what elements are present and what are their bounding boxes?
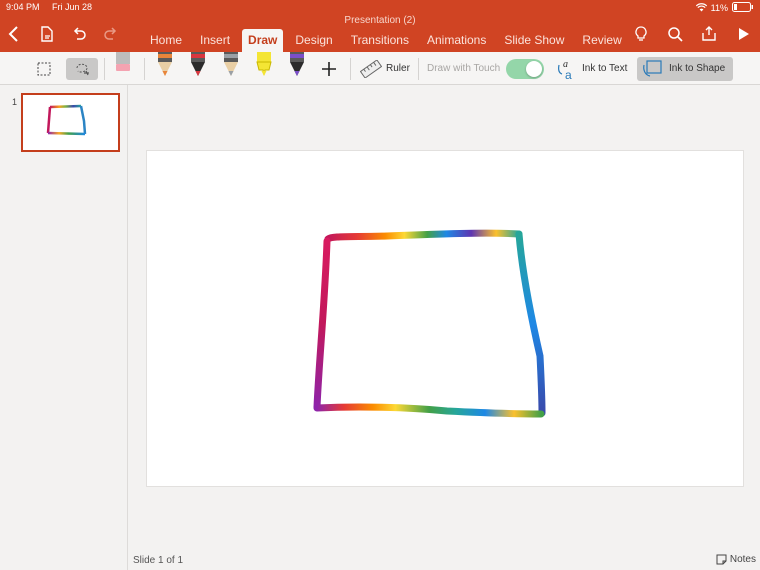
rainbow-square-ink-drawing[interactable] xyxy=(147,151,745,488)
lasso-icon xyxy=(76,63,89,75)
play-slideshow-icon[interactable] xyxy=(734,24,752,44)
pencil-gray-icon xyxy=(224,52,238,76)
ruler-icon xyxy=(360,59,382,78)
draw-with-touch-toggle[interactable] xyxy=(506,58,545,79)
tab-animations[interactable]: Animations xyxy=(421,33,492,52)
ink-to-text-button[interactable]: aa Ink to Text xyxy=(556,52,627,85)
slide-canvas-area xyxy=(129,85,760,550)
draw-with-touch-label: Draw with Touch xyxy=(427,63,501,74)
draw-ribbon: Ruler Draw with Touch aa Ink to Text Ink… xyxy=(0,52,760,85)
battery-icon xyxy=(732,2,754,14)
select-objects-button[interactable] xyxy=(30,58,58,80)
slide-thumbnails-pane: 1 xyxy=(0,85,128,570)
ink-to-shape-label: Ink to Shape xyxy=(669,63,726,74)
battery-percent: 11% xyxy=(710,3,728,13)
redo-icon[interactable] xyxy=(102,24,120,44)
rectangle-select-icon xyxy=(37,62,51,75)
thumbnail-number: 1 xyxy=(12,97,18,107)
plus-icon xyxy=(322,61,336,76)
wifi-icon xyxy=(695,2,707,14)
tab-review[interactable]: Review xyxy=(576,33,627,52)
slide-count: Slide 1 of 1 xyxy=(133,555,184,566)
back-chevron-icon[interactable] xyxy=(6,24,24,44)
status-time: 9:04 PM xyxy=(6,2,40,12)
notes-button[interactable]: Notes xyxy=(716,554,756,565)
svg-text:a: a xyxy=(565,68,572,81)
status-footer: Slide 1 of 1 Notes xyxy=(129,550,760,570)
tab-insert[interactable]: Insert xyxy=(194,33,236,52)
ink-to-text-label: Ink to Text xyxy=(582,63,628,74)
ruler-label: Ruler xyxy=(386,63,410,74)
highlighter-yellow-icon xyxy=(256,52,272,76)
ink-to-shape-icon xyxy=(643,59,662,77)
pen-rainbow-icon xyxy=(290,52,304,76)
pen-red-tool[interactable] xyxy=(187,52,209,85)
pencil-orange-tool[interactable] xyxy=(154,52,176,85)
pencil-orange-icon xyxy=(158,52,172,76)
highlighter-yellow-tool[interactable] xyxy=(253,52,275,85)
ink-to-shape-button[interactable]: Ink to Shape xyxy=(637,56,734,81)
lightbulb-icon[interactable] xyxy=(632,24,650,44)
ribbon-tabs: Home Insert Draw Design Transitions Anim… xyxy=(144,29,634,52)
notes-icon xyxy=(716,554,727,565)
tab-design[interactable]: Design xyxy=(289,33,338,52)
notes-label: Notes xyxy=(729,554,756,565)
eraser-tool[interactable] xyxy=(112,52,134,85)
tab-slide-show[interactable]: Slide Show xyxy=(498,33,570,52)
share-icon[interactable] xyxy=(700,24,718,44)
slide-canvas[interactable] xyxy=(146,150,744,487)
ruler-button[interactable]: Ruler xyxy=(360,52,410,85)
tab-home[interactable]: Home xyxy=(144,33,188,52)
status-date: Fri Jun 28 xyxy=(52,2,93,12)
file-menu-icon[interactable] xyxy=(38,24,56,44)
ink-to-text-icon: aa xyxy=(558,59,572,81)
pen-rainbow-tool[interactable] xyxy=(286,52,308,85)
thumbnail-rainbow-square-drawing xyxy=(46,104,87,136)
search-icon[interactable] xyxy=(666,24,684,44)
pencil-gray-tool[interactable] xyxy=(220,52,242,85)
eraser-icon xyxy=(116,52,130,71)
slide-thumbnail-1[interactable] xyxy=(21,93,120,152)
tab-draw[interactable]: Draw xyxy=(242,29,284,52)
add-pen-button[interactable] xyxy=(318,58,340,80)
tab-transitions[interactable]: Transitions xyxy=(345,33,415,52)
lasso-select-button[interactable] xyxy=(66,57,98,80)
status-bar: 9:04 PM Fri Jun 28 11% xyxy=(0,0,760,14)
undo-icon[interactable] xyxy=(70,24,88,44)
pen-red-icon xyxy=(191,52,205,76)
app-header: 9:04 PM Fri Jun 28 11% Presentation (2) xyxy=(0,0,760,52)
